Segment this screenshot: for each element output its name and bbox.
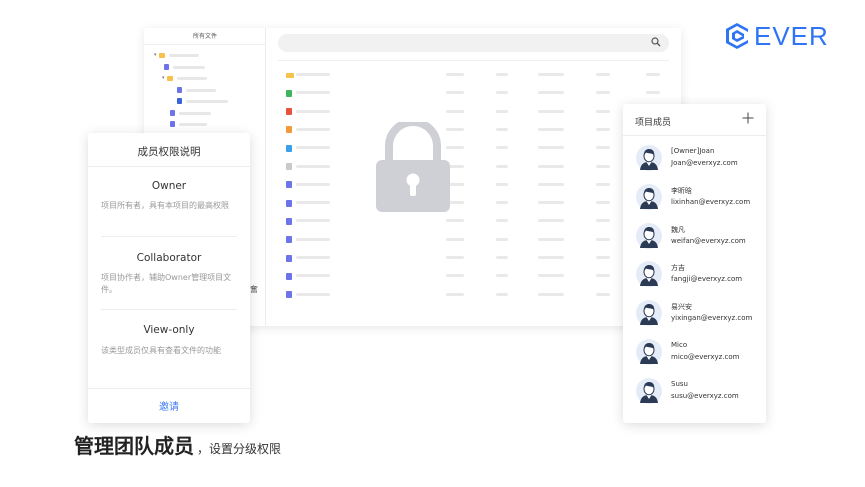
role-owner-description: 项目所有者，具有本项目的最高权限 xyxy=(101,201,229,210)
member-item[interactable]: 易兴安 yixingan@everxyz.com xyxy=(636,299,766,329)
member-email: fangji@everxyz.com xyxy=(671,275,743,284)
file-icon xyxy=(286,217,292,225)
member-name: 方吉 xyxy=(671,264,685,273)
member-email: Joan@everxyz.com xyxy=(671,159,738,167)
member-item[interactable]: Mico mico@everxyz.com xyxy=(636,338,766,368)
member-name: [Owner]Joan xyxy=(671,147,715,155)
partial-text: 奮 xyxy=(250,285,258,294)
file-icon xyxy=(286,236,292,244)
file-row[interactable] xyxy=(278,212,669,230)
file-icon xyxy=(286,291,292,299)
sidebar-title: 所有文件 xyxy=(192,33,217,40)
add-member-button[interactable] xyxy=(740,109,756,127)
plus-icon[interactable] xyxy=(742,112,754,124)
file-icon xyxy=(286,108,292,116)
avatar xyxy=(636,222,662,249)
avatar xyxy=(636,339,662,365)
member-email: susu@everxyz.com xyxy=(671,391,739,400)
file-row[interactable] xyxy=(278,249,669,267)
member-name: Susu xyxy=(671,379,688,388)
tree-doc-row[interactable] xyxy=(170,120,207,128)
tree-folder-row[interactable]: ▾ xyxy=(154,51,199,59)
document-icon xyxy=(170,121,175,127)
role-viewonly-description: 该类型成员仅具有查看文件的功能 xyxy=(101,346,221,355)
file-row[interactable] xyxy=(278,231,669,249)
tree-doc-row[interactable] xyxy=(170,109,211,117)
member-item[interactable]: [Owner]Joan Joan@everxyz.com xyxy=(636,144,766,174)
avatar xyxy=(636,261,662,288)
project-members-panel: 项目成员 [Owner]Joan Joan@everxyz.com 李昕晗 lixin… xyxy=(623,104,766,423)
file-row[interactable] xyxy=(278,194,669,212)
file-icon xyxy=(286,199,292,207)
ever-logo-mark-icon xyxy=(726,23,748,49)
file-icon xyxy=(286,181,292,189)
folder-icon xyxy=(159,52,165,58)
caption: 管理团队成员 ，设置分级权限 xyxy=(74,430,281,459)
tree-doc-row[interactable] xyxy=(177,97,228,105)
document-icon xyxy=(177,98,182,104)
file-row[interactable] xyxy=(278,267,669,285)
avatar xyxy=(636,183,662,210)
file-icon xyxy=(286,126,292,134)
file-icon xyxy=(286,144,292,152)
member-name: 李昕晗 xyxy=(671,186,692,195)
caption-main: 管理团队成员 xyxy=(74,434,194,458)
member-item[interactable]: 方吉 fangji@everxyz.com xyxy=(636,260,766,290)
file-row[interactable] xyxy=(278,139,669,157)
lock-icon xyxy=(376,122,450,212)
file-icon xyxy=(286,89,292,97)
role-collaborator-name: Collaborator xyxy=(136,252,202,264)
document-icon xyxy=(177,87,182,93)
role-collaborator-description: 项目协作者，辅助Owner管理项目文件。 xyxy=(101,273,232,294)
document-icon xyxy=(164,64,169,70)
folder-icon xyxy=(167,75,173,81)
role-owner-name: Owner xyxy=(151,180,187,192)
folder-icon xyxy=(286,72,294,78)
file-row[interactable] xyxy=(278,84,669,102)
search-bar[interactable] xyxy=(278,34,669,52)
member-email: lixinhan@everxyz.com xyxy=(671,197,751,206)
member-item[interactable]: 魏凡 weifan@everxyz.com xyxy=(636,222,766,252)
avatar xyxy=(636,300,662,327)
file-row[interactable] xyxy=(278,176,669,194)
role-viewonly-name: View-only xyxy=(143,324,195,336)
member-item[interactable]: 李昕晗 lixinhan@everxyz.com xyxy=(636,183,766,213)
member-email: mico@everxyz.com xyxy=(671,353,740,361)
member-email: yixingan@everxyz.com xyxy=(671,314,753,323)
members-title: 项目成员 xyxy=(635,118,672,128)
file-row[interactable] xyxy=(278,158,669,176)
member-item[interactable]: Susu susu@everxyz.com xyxy=(636,377,766,407)
tree-doc-row[interactable] xyxy=(164,63,205,71)
tree-doc-row[interactable] xyxy=(177,86,216,94)
caption-sub: ，设置分级权限 xyxy=(197,442,282,456)
member-permissions-card: 成员权限说明 Owner 项目所有者，具有本项目的最高权限 Collaborat… xyxy=(88,133,250,423)
search-icon[interactable] xyxy=(651,37,661,47)
file-row[interactable] xyxy=(278,103,669,121)
file-row[interactable] xyxy=(278,286,669,304)
tree-folder-row[interactable]: ▾ xyxy=(162,74,207,82)
file-row[interactable] xyxy=(278,121,669,139)
file-icon xyxy=(286,272,292,280)
logo-text: EVER xyxy=(754,21,829,51)
file-icon xyxy=(286,254,292,262)
member-name: 易兴安 xyxy=(671,303,692,312)
permissions-title: 成员权限说明 xyxy=(137,146,201,158)
ever-logo: EVER xyxy=(724,21,829,51)
member-name: 魏凡 xyxy=(671,225,685,234)
file-row[interactable] xyxy=(278,66,669,84)
invite-button[interactable]: 邀请 xyxy=(88,398,250,413)
member-name: Mico xyxy=(671,341,688,349)
document-icon xyxy=(170,110,175,116)
avatar xyxy=(636,145,662,171)
member-email: weifan@everxyz.com xyxy=(671,236,746,245)
file-icon xyxy=(286,163,292,170)
avatar xyxy=(636,377,662,404)
